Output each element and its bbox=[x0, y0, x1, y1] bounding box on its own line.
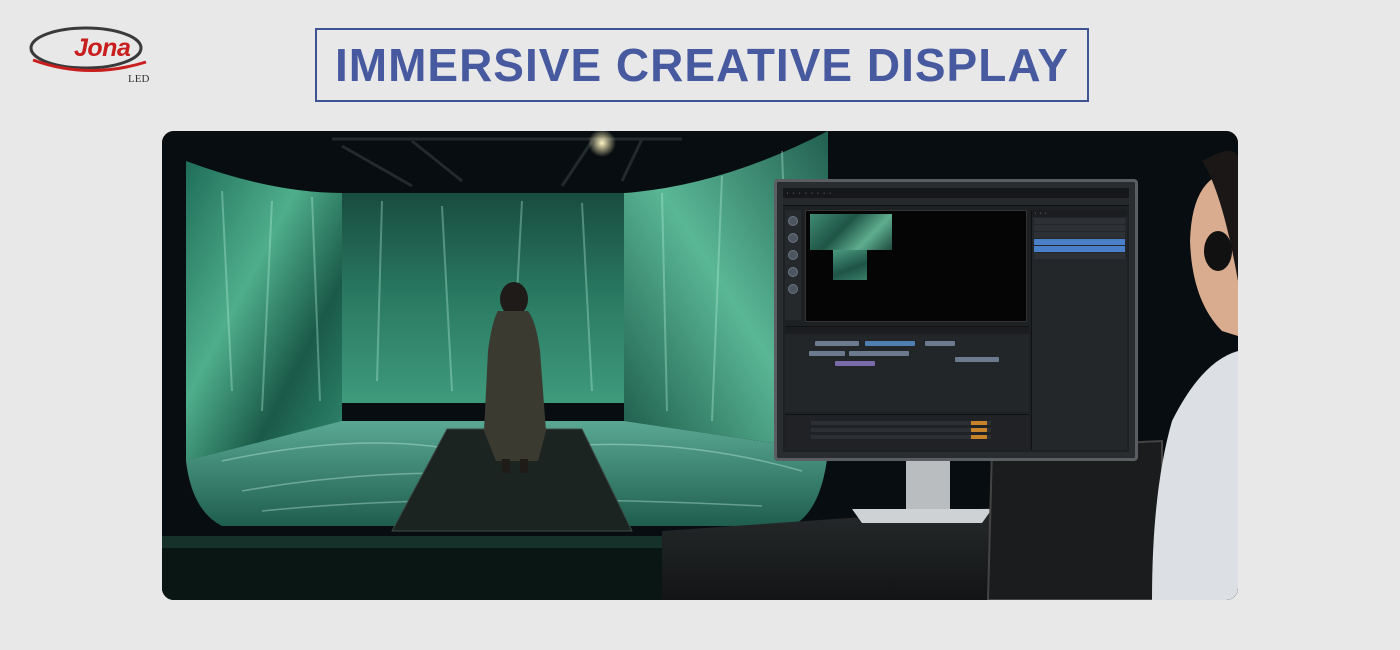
timeline-panel bbox=[785, 326, 1029, 412]
timeline-clip bbox=[925, 341, 955, 346]
list-item bbox=[1034, 253, 1125, 259]
hero-photo: ▪ ▪ ▪ ▪ ▪ ▪ ▪ ▪ ▪ ▪ ▪ bbox=[162, 131, 1238, 600]
tool-icon bbox=[788, 250, 798, 260]
timeline-clip bbox=[849, 351, 909, 356]
brand-name: Jona bbox=[74, 34, 131, 62]
preview-viewport bbox=[805, 210, 1048, 322]
render-queue bbox=[785, 414, 1029, 450]
timeline-clip bbox=[809, 351, 845, 356]
preview-thumbnail bbox=[810, 214, 892, 250]
layers-panel: ▪ ▪ ▪ bbox=[1031, 210, 1127, 450]
brand-sub: LED bbox=[128, 73, 150, 85]
list-item bbox=[1034, 225, 1125, 231]
page-title: IMMERSIVE CREATIVE DISPLAY bbox=[334, 39, 1069, 91]
tool-icon bbox=[788, 267, 798, 277]
tool-icon bbox=[788, 216, 798, 226]
editing-monitor: ▪ ▪ ▪ ▪ ▪ ▪ ▪ ▪ ▪ ▪ ▪ bbox=[774, 179, 1138, 461]
list-item bbox=[1034, 232, 1125, 238]
tool-icon bbox=[788, 233, 798, 243]
title-frame: IMMERSIVE CREATIVE DISPLAY bbox=[315, 28, 1089, 102]
left-toolbar bbox=[785, 210, 801, 320]
list-item bbox=[1034, 239, 1125, 245]
app-menubar: ▪ ▪ ▪ ▪ ▪ ▪ ▪ ▪ bbox=[783, 188, 1129, 198]
list-item bbox=[1034, 246, 1125, 252]
timeline-clip bbox=[865, 341, 915, 346]
preview-thumbnail bbox=[833, 250, 867, 280]
timeline-clip bbox=[955, 357, 999, 362]
timeline-clip bbox=[835, 361, 875, 366]
tool-icon bbox=[788, 284, 798, 294]
list-item bbox=[1034, 218, 1125, 224]
app-toolstrip bbox=[783, 198, 1129, 206]
brand-logo: Jona LED bbox=[28, 22, 158, 88]
monitor-screen: ▪ ▪ ▪ ▪ ▪ ▪ ▪ ▪ ▪ ▪ ▪ bbox=[783, 188, 1129, 452]
timeline-clip bbox=[815, 341, 859, 346]
